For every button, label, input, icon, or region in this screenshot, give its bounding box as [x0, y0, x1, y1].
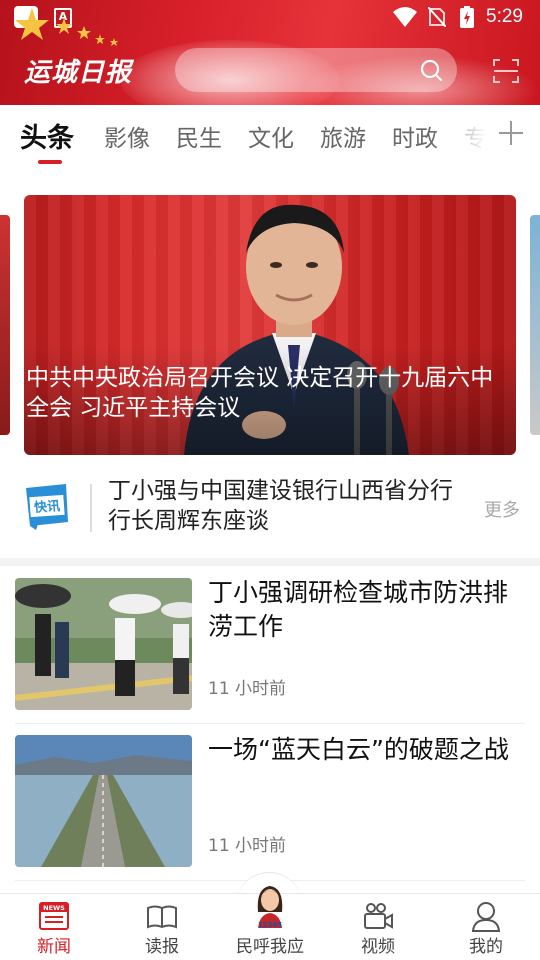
- news-title[interactable]: 丁小强调研检查城市防洪排涝工作: [208, 576, 530, 644]
- news-icon: NEWS: [39, 902, 69, 930]
- headline-carousel[interactable]: 中共中央政治局召开会议 决定召开十九届六中全会 习近平主持会议: [24, 195, 516, 455]
- more-link[interactable]: 更多: [484, 496, 520, 522]
- nav-news[interactable]: NEWS 新闻: [14, 894, 94, 960]
- nav-profile-label: 我的: [469, 937, 503, 957]
- tab-headlines[interactable]: 头条: [20, 116, 74, 155]
- tab-travel[interactable]: 旅游: [320, 119, 366, 153]
- tab-livelihood[interactable]: 民生: [176, 119, 222, 153]
- nav-video-label: 视频: [361, 937, 395, 957]
- search-icon[interactable]: [419, 58, 443, 82]
- tabs-fade: [430, 105, 500, 165]
- carousel-prev-slide[interactable]: [0, 215, 10, 435]
- news-list-item[interactable]: 丁小强调研检查城市防洪排涝工作 11 小时前: [0, 566, 540, 716]
- nav-citizen-hotline[interactable]: 12345 民呼我应: [222, 878, 318, 960]
- app-logo: 运城日报: [24, 58, 133, 88]
- app-header: A 5:29 运城日报: [0, 0, 540, 105]
- active-tab-indicator: [38, 160, 62, 164]
- section-divider: [0, 558, 540, 566]
- news-timestamp: 11 小时前: [208, 836, 287, 856]
- flash-news-icon: 快讯: [26, 484, 68, 530]
- tab-images[interactable]: 影像: [104, 119, 150, 153]
- add-channel-icon[interactable]: [496, 113, 526, 153]
- hotline-number: 12345: [258, 921, 282, 928]
- nav-video[interactable]: 视频: [338, 894, 418, 960]
- clock-time: 5:29: [486, 6, 523, 27]
- banner-caption: 中共中央政治局召开会议 决定召开十九届六中全会 习近平主持会议: [26, 365, 494, 421]
- newspaper-icon: [147, 905, 177, 929]
- hotline-avatar-icon: 12345: [257, 886, 282, 928]
- news-list-item[interactable]: 一场“蓝天白云”的破题之战 11 小时前: [0, 723, 540, 873]
- scan-icon[interactable]: [492, 58, 520, 84]
- app-screen: A 5:29 运城日报 头条 影像 民生 文化 旅游 时政 中共中央政治局召开会…: [0, 0, 540, 960]
- search-input[interactable]: [175, 48, 457, 92]
- nav-profile[interactable]: 我的: [446, 894, 526, 960]
- divider: [90, 484, 92, 532]
- svg-text:NEWS: NEWS: [43, 904, 65, 912]
- flash-logo-text: 快讯: [34, 498, 61, 516]
- flash-headline[interactable]: 丁小强与中国建设银行山西省分行行长周辉东座谈: [108, 476, 468, 536]
- flash-news[interactable]: 快讯 丁小强与中国建设银行山西省分行行长周辉东座谈 更多: [0, 470, 540, 550]
- nav-citizen-hotline-label: 民呼我应: [236, 937, 304, 957]
- nav-read-paper[interactable]: 读报: [122, 894, 202, 960]
- no-sim-icon: [428, 7, 446, 27]
- nav-news-label: 新闻: [37, 937, 71, 957]
- category-tabs: 头条 影像 民生 文化 旅游 时政 专: [0, 105, 540, 165]
- wifi-icon: [393, 7, 417, 27]
- news-thumbnail: [15, 735, 192, 867]
- carousel-next-slide[interactable]: [530, 215, 540, 435]
- tab-culture[interactable]: 文化: [248, 119, 294, 153]
- nav-read-paper-label: 读报: [145, 937, 179, 957]
- news-timestamp: 11 小时前: [208, 679, 287, 699]
- news-title[interactable]: 一场“蓝天白云”的破题之战: [208, 733, 530, 767]
- profile-icon: [471, 902, 501, 932]
- logo-stars-icon: [15, 8, 118, 46]
- video-icon: [364, 903, 393, 929]
- news-thumbnail: [15, 578, 192, 710]
- battery-icon: [460, 6, 474, 28]
